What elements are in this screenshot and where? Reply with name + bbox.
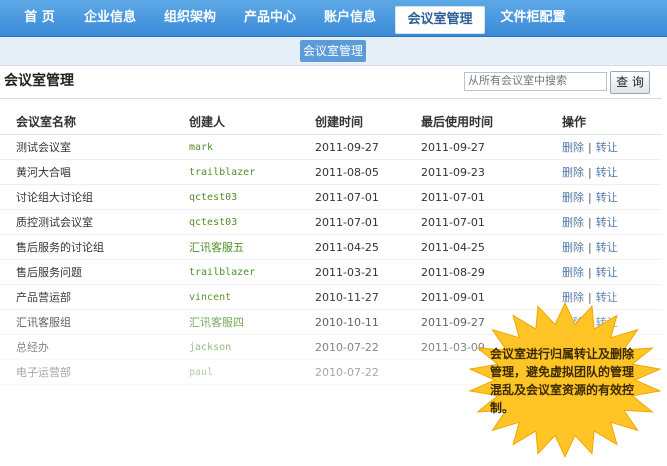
cell-creator: qctest03	[189, 184, 315, 210]
cell-created: 2011-09-27	[315, 134, 421, 160]
action-separator: |	[588, 241, 592, 254]
delete-link[interactable]: 删除	[562, 191, 584, 204]
cell-created: 2010-07-22	[315, 359, 421, 385]
table-row: 黄河大合唱 trailblazer 2011-08-05 2011-09-23 删除 | 转…	[0, 159, 662, 185]
col-header-creator: 创建人	[189, 108, 315, 135]
nav-org-structure[interactable]: 组织架构	[155, 0, 225, 36]
nav-meeting-room-mgmt[interactable]: 会议室管理	[395, 6, 485, 34]
cell-actions: 删除 | 转让	[562, 184, 662, 210]
subtab-meeting-room-mgmt[interactable]: 会议室管理	[300, 40, 366, 62]
cell-room-name: 质控测试会议室	[0, 209, 189, 235]
cell-last-used: 2011-07-01	[421, 209, 562, 235]
transfer-link[interactable]: 转让	[596, 241, 618, 254]
delete-link[interactable]: 删除	[562, 141, 584, 154]
transfer-link[interactable]: 转让	[596, 216, 618, 229]
delete-link[interactable]: 删除	[562, 216, 584, 229]
transfer-link[interactable]: 转让	[596, 166, 618, 179]
cell-creator: trailblazer	[189, 159, 315, 185]
cell-last-used: 2011-07-01	[421, 184, 562, 210]
cell-last-used: 2011-04-25	[421, 234, 562, 260]
cell-created: 2010-10-11	[315, 309, 421, 335]
transfer-link[interactable]: 转让	[596, 191, 618, 204]
nav-account-info[interactable]: 账户信息	[315, 0, 385, 36]
callout-text: 会议室进行归属转让及删除管理，避免虚拟团队的管理混乱及会议室资源的有效控制。	[490, 347, 635, 415]
search-button[interactable]: 查 询	[610, 71, 650, 94]
table-row: 测试会议室 mark 2011-09-27 2011-09-27 删除 | 转让	[0, 134, 662, 160]
cell-last-used: 2011-09-27	[421, 134, 562, 160]
col-header-created: 创建时间	[315, 108, 421, 135]
cell-creator: 汇讯客服四	[189, 309, 315, 335]
sub-nav: 会议室管理	[0, 37, 667, 66]
transfer-link[interactable]: 转让	[596, 141, 618, 154]
action-separator: |	[588, 266, 592, 279]
table-header-row: 会议室名称 创建人 创建时间 最后使用时间 操作	[0, 108, 662, 135]
cell-room-name: 汇讯客服组	[0, 309, 189, 335]
nav-product-center[interactable]: 产品中心	[235, 0, 305, 36]
cell-created: 2011-07-01	[315, 209, 421, 235]
table-row: 质控测试会议室 qctest03 2011-07-01 2011-07-01 删除 | 转让	[0, 209, 662, 235]
cell-actions: 删除 | 转让	[562, 259, 662, 285]
cell-last-used: 2011-09-23	[421, 159, 562, 185]
cell-actions: 删除 | 转让	[562, 159, 662, 185]
action-separator: |	[588, 191, 592, 204]
nav-company-info[interactable]: 企业信息	[75, 0, 145, 36]
top-nav: 首 页 企业信息 组织架构 产品中心 账户信息 会议室管理 文件柜配置	[0, 0, 667, 37]
cell-created: 2010-07-22	[315, 334, 421, 360]
cell-room-name: 总经办	[0, 334, 189, 360]
nav-home[interactable]: 首 页	[12, 0, 67, 36]
cell-creator: 汇讯客服五	[189, 234, 315, 260]
divider	[0, 98, 662, 99]
table-row: 售后服务问题 trailblazer 2011-03-21 2011-08-29 删除 |…	[0, 259, 662, 285]
cell-created: 2011-07-01	[315, 184, 421, 210]
delete-link[interactable]: 删除	[562, 266, 584, 279]
cell-room-name: 电子运营部	[0, 359, 189, 385]
cell-room-name: 讨论组大讨论组	[0, 184, 189, 210]
table-row: 售后服务的讨论组 汇讯客服五 2011-04-25 2011-04-25 删除 | 转让	[0, 234, 662, 260]
cell-creator: trailblazer	[189, 259, 315, 285]
cell-room-name: 售后服务的讨论组	[0, 234, 189, 260]
cell-creator: jackson	[189, 334, 315, 360]
action-separator: |	[588, 216, 592, 229]
cell-room-name: 黄河大合唱	[0, 159, 189, 185]
delete-link[interactable]: 删除	[562, 241, 584, 254]
action-separator: |	[588, 141, 592, 154]
col-header-actions: 操作	[562, 108, 662, 135]
action-separator: |	[588, 166, 592, 179]
table-row: 讨论组大讨论组 qctest03 2011-07-01 2011-07-01 删除 | 转让	[0, 184, 662, 210]
cell-room-name: 产品营运部	[0, 284, 189, 310]
cell-actions: 删除 | 转让	[562, 209, 662, 235]
cell-created: 2011-04-25	[315, 234, 421, 260]
cell-actions: 删除 | 转让	[562, 134, 662, 160]
page-title: 会议室管理	[4, 73, 74, 89]
search-input[interactable]	[464, 72, 607, 91]
cell-creator: qctest03	[189, 209, 315, 235]
nav-file-cabinet-config[interactable]: 文件柜配置	[493, 0, 573, 36]
cell-created: 2011-08-05	[315, 159, 421, 185]
cell-room-name: 测试会议室	[0, 134, 189, 160]
cell-last-used: 2011-08-29	[421, 259, 562, 285]
col-header-name: 会议室名称	[0, 108, 189, 135]
delete-link[interactable]: 删除	[562, 166, 584, 179]
transfer-link[interactable]: 转让	[596, 266, 618, 279]
cell-creator: vincent	[189, 284, 315, 310]
cell-created: 2010-11-27	[315, 284, 421, 310]
cell-creator: mark	[189, 134, 315, 160]
col-header-last-used: 最后使用时间	[421, 108, 562, 135]
cell-room-name: 售后服务问题	[0, 259, 189, 285]
cell-actions: 删除 | 转让	[562, 234, 662, 260]
cell-created: 2011-03-21	[315, 259, 421, 285]
cell-creator: paul	[189, 359, 315, 385]
